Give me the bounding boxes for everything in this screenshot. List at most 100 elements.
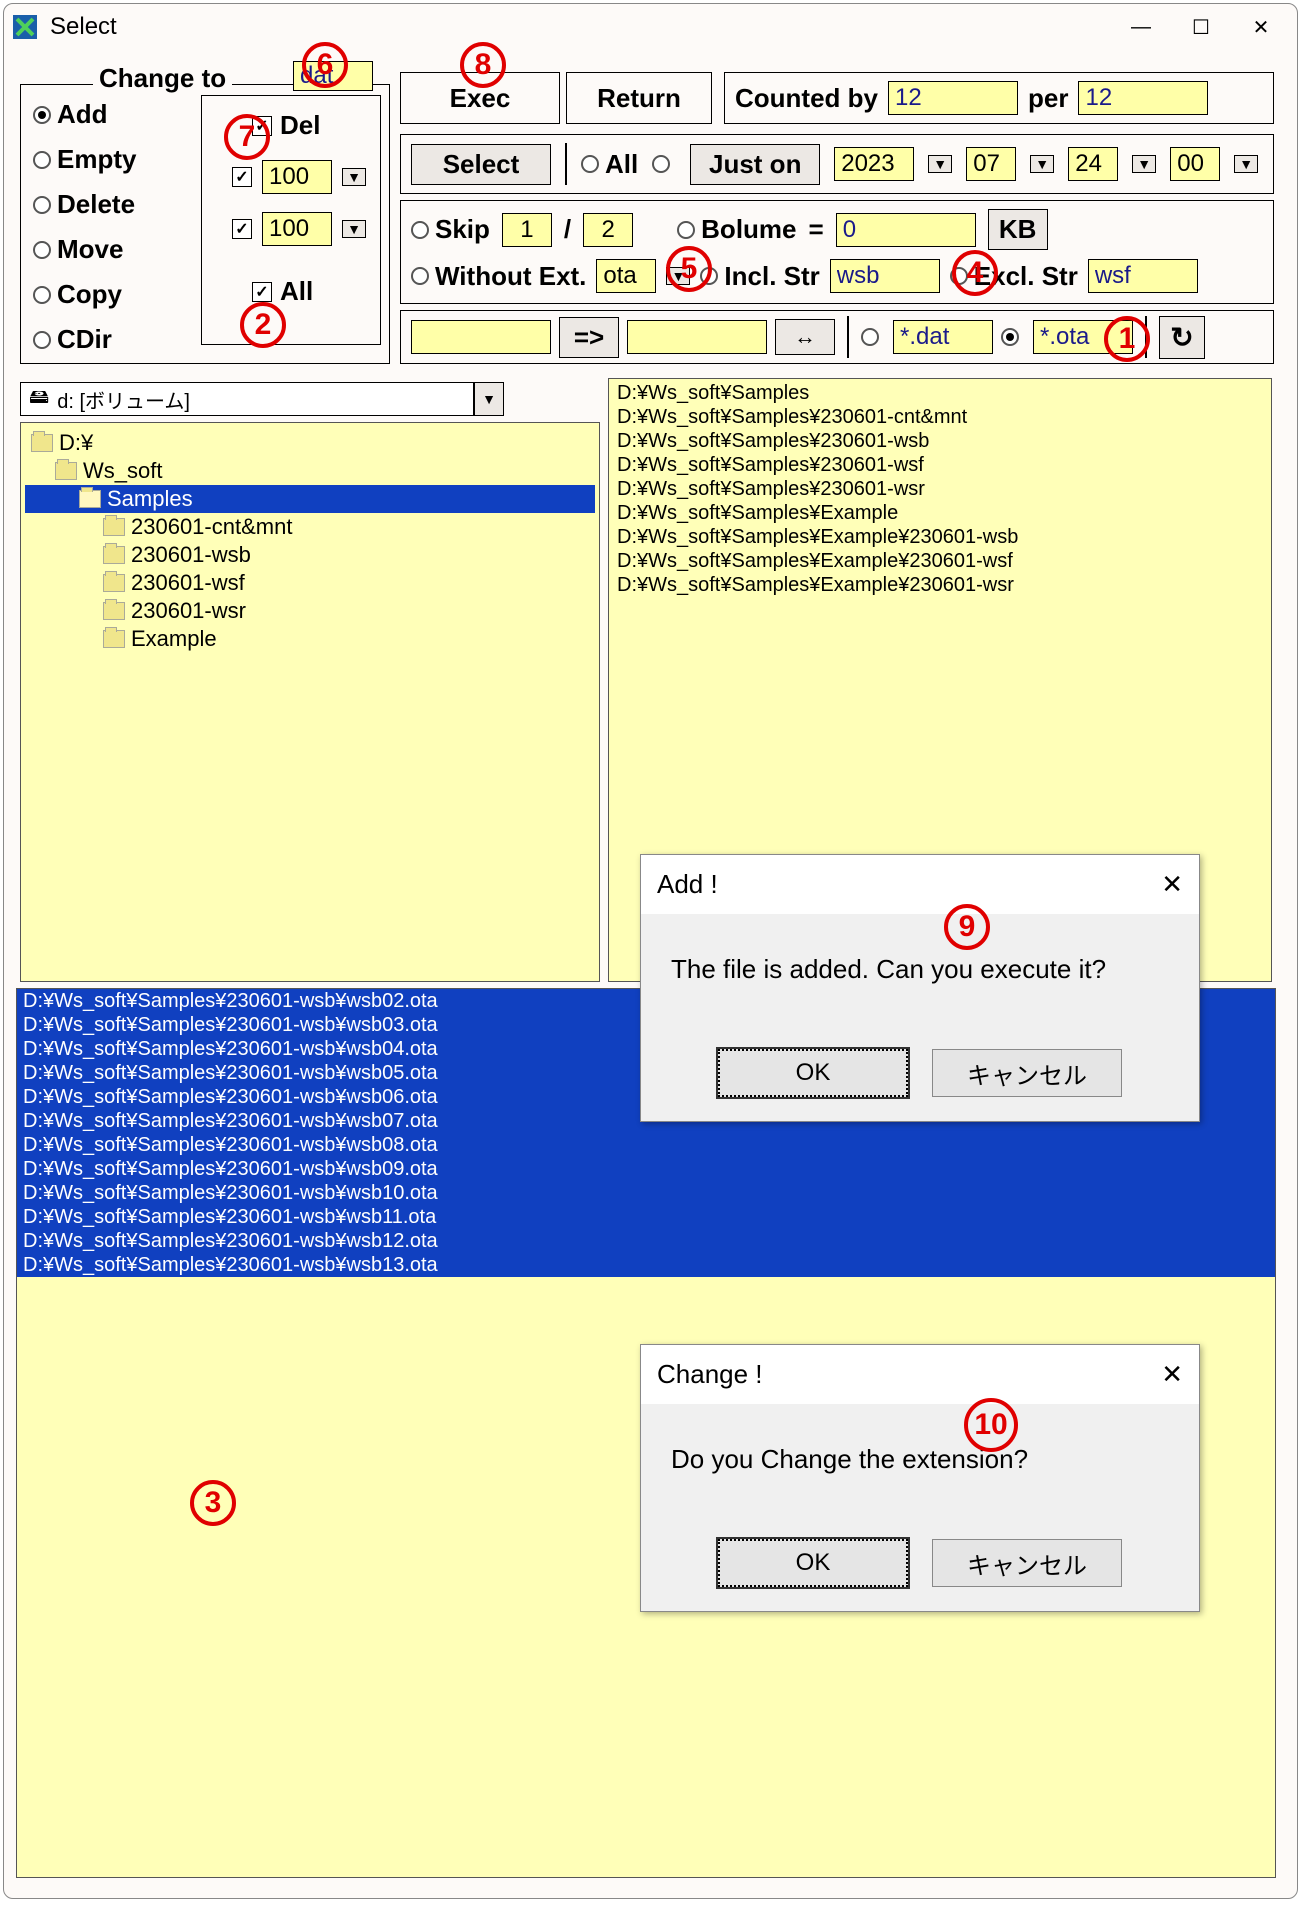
tree-row[interactable]: 230601-wsf: [25, 569, 595, 597]
both-button[interactable]: ↔: [775, 319, 835, 355]
radio-delete[interactable]: Delete: [33, 189, 136, 220]
radio-opt2[interactable]: [1001, 328, 1025, 346]
radio-incl[interactable]: Incl. Str: [700, 261, 819, 292]
radio-all[interactable]: All: [581, 149, 638, 180]
add-dialog-body: The file is added. Can you execute it?: [641, 914, 1199, 1025]
hour-dd-icon[interactable]: ▼: [1234, 155, 1258, 173]
close-button[interactable]: ✕: [1231, 7, 1291, 47]
tree-row[interactable]: Ws_soft: [25, 457, 595, 485]
radio-opt1[interactable]: [861, 328, 885, 346]
tree-label: Ws_soft: [83, 458, 162, 484]
radio-copy[interactable]: Copy: [33, 279, 136, 310]
path-row[interactable]: D:¥Ws_soft¥Samples¥Example: [611, 501, 1269, 525]
file-row[interactable]: D:¥Ws_soft¥Samples¥230601-wsb¥wsb12.ota: [17, 1229, 1275, 1253]
folder-icon: [103, 518, 125, 536]
path-row[interactable]: D:¥Ws_soft¥Samples¥Example¥230601-wsf: [611, 549, 1269, 573]
tree-label: 230601-wsf: [131, 570, 245, 596]
return-button[interactable]: Return: [566, 72, 712, 124]
action-group: Change to Add Empty Delete Move Copy CDi…: [20, 84, 390, 364]
radio-empty[interactable]: Empty: [33, 144, 136, 175]
tree-label: Example: [131, 626, 217, 652]
radio-cdir[interactable]: CDir: [33, 324, 136, 355]
excl-input[interactable]: [1088, 259, 1198, 293]
skip-a[interactable]: 1: [502, 213, 552, 247]
annotation-10: 10: [964, 1398, 1018, 1452]
radio-add[interactable]: Add: [33, 99, 136, 130]
file-row[interactable]: D:¥Ws_soft¥Samples¥230601-wsb¥wsb09.ota: [17, 1157, 1275, 1181]
spin2-row[interactable]: 100 ▼: [232, 212, 366, 246]
change-cancel-button[interactable]: キャンセル: [932, 1539, 1122, 1587]
year-select[interactable]: 2023: [834, 147, 914, 181]
counted-input-1[interactable]: [888, 81, 1018, 115]
file-row[interactable]: D:¥Ws_soft¥Samples¥230601-wsb¥wsb10.ota: [17, 1181, 1275, 1205]
filter-from-input[interactable]: [411, 320, 551, 354]
tree-label: 230601-wsr: [131, 598, 246, 624]
annotation-5: 5: [666, 246, 712, 292]
maximize-button[interactable]: ☐: [1171, 7, 1231, 47]
annotation-6: 6: [302, 42, 348, 88]
filter-to-input[interactable]: [627, 320, 767, 354]
skip-b[interactable]: 2: [583, 213, 633, 247]
path-row[interactable]: D:¥Ws_soft¥Samples¥Example¥230601-wsb: [611, 525, 1269, 549]
select-button[interactable]: Select: [411, 144, 551, 185]
radio-without-ext[interactable]: Without Ext.: [411, 261, 586, 292]
drive-dd-icon[interactable]: ▼: [474, 382, 504, 416]
radio-move[interactable]: Move: [33, 234, 136, 265]
juston-button[interactable]: Just on: [690, 144, 820, 185]
spin2-dropdown-icon[interactable]: ▼: [342, 220, 366, 238]
drive-combo[interactable]: 🖴 d: [ボリューム] ▼: [20, 382, 504, 416]
ext-select[interactable]: ota: [596, 259, 656, 293]
spin1-dropdown-icon[interactable]: ▼: [342, 168, 366, 186]
folder-icon: [55, 462, 77, 480]
window-title: Select: [50, 13, 117, 41]
path-row[interactable]: D:¥Ws_soft¥Samples¥Example¥230601-wsr: [611, 573, 1269, 597]
tree-row[interactable]: Samples: [25, 485, 595, 513]
day-dd-icon[interactable]: ▼: [1132, 155, 1156, 173]
app-icon: [10, 12, 40, 42]
add-ok-button[interactable]: OK: [718, 1049, 908, 1097]
arrow-button[interactable]: =>: [559, 317, 619, 358]
refresh-button[interactable]: ↻: [1159, 316, 1205, 359]
change-to-label: Change to: [93, 63, 232, 94]
day-select[interactable]: 24: [1068, 147, 1118, 181]
radio-skip[interactable]: Skip: [411, 214, 490, 245]
file-row[interactable]: D:¥Ws_soft¥Samples¥230601-wsb¥wsb08.ota: [17, 1133, 1275, 1157]
tree-row[interactable]: 230601-wsr: [25, 597, 595, 625]
year-dd-icon[interactable]: ▼: [928, 155, 952, 173]
tree-row[interactable]: D:¥: [25, 429, 595, 457]
minimize-button[interactable]: —: [1111, 7, 1171, 47]
tree-row[interactable]: 230601-cnt&mnt: [25, 513, 595, 541]
select-row: Select All Just on 2023 ▼ 07 ▼ 24 ▼ 00 ▼: [400, 134, 1274, 194]
radio-bolume[interactable]: Bolume: [677, 214, 796, 245]
path-row[interactable]: D:¥Ws_soft¥Samples¥230601-cnt&mnt: [611, 405, 1269, 429]
hour-select[interactable]: 00: [1170, 147, 1220, 181]
kb-button[interactable]: KB: [988, 209, 1048, 250]
folder-tree[interactable]: D:¥Ws_softSamples230601-cnt&mnt230601-ws…: [20, 422, 600, 982]
folder-icon: [103, 546, 125, 564]
month-select[interactable]: 07: [966, 147, 1016, 181]
change-ok-button[interactable]: OK: [718, 1539, 908, 1587]
month-dd-icon[interactable]: ▼: [1030, 155, 1054, 173]
add-cancel-button[interactable]: キャンセル: [932, 1049, 1122, 1097]
folder-icon: [31, 434, 53, 452]
radio-juston[interactable]: [652, 155, 676, 173]
window-controls: — ☐ ✕: [1111, 7, 1291, 47]
bolume-input[interactable]: [836, 213, 976, 247]
tree-row[interactable]: Example: [25, 625, 595, 653]
tree-row[interactable]: 230601-wsb: [25, 541, 595, 569]
file-row[interactable]: D:¥Ws_soft¥Samples¥230601-wsb¥wsb11.ota: [17, 1205, 1275, 1229]
annotation-7: 7: [224, 114, 270, 160]
spin1-row[interactable]: 100 ▼: [232, 160, 366, 194]
counted-input-2[interactable]: [1078, 81, 1208, 115]
incl-input[interactable]: [830, 259, 940, 293]
path-row[interactable]: D:¥Ws_soft¥Samples: [611, 381, 1269, 405]
opt1-input[interactable]: [893, 320, 993, 354]
change-dialog: Change ! ✕ Do you Change the extension? …: [640, 1344, 1200, 1612]
change-dialog-close-icon[interactable]: ✕: [1161, 1359, 1183, 1390]
change-dialog-title: Change !: [657, 1359, 763, 1390]
add-dialog-close-icon[interactable]: ✕: [1161, 869, 1183, 900]
path-row[interactable]: D:¥Ws_soft¥Samples¥230601-wsr: [611, 477, 1269, 501]
path-row[interactable]: D:¥Ws_soft¥Samples¥230601-wsf: [611, 453, 1269, 477]
file-row[interactable]: D:¥Ws_soft¥Samples¥230601-wsb¥wsb13.ota: [17, 1253, 1275, 1277]
path-row[interactable]: D:¥Ws_soft¥Samples¥230601-wsb: [611, 429, 1269, 453]
